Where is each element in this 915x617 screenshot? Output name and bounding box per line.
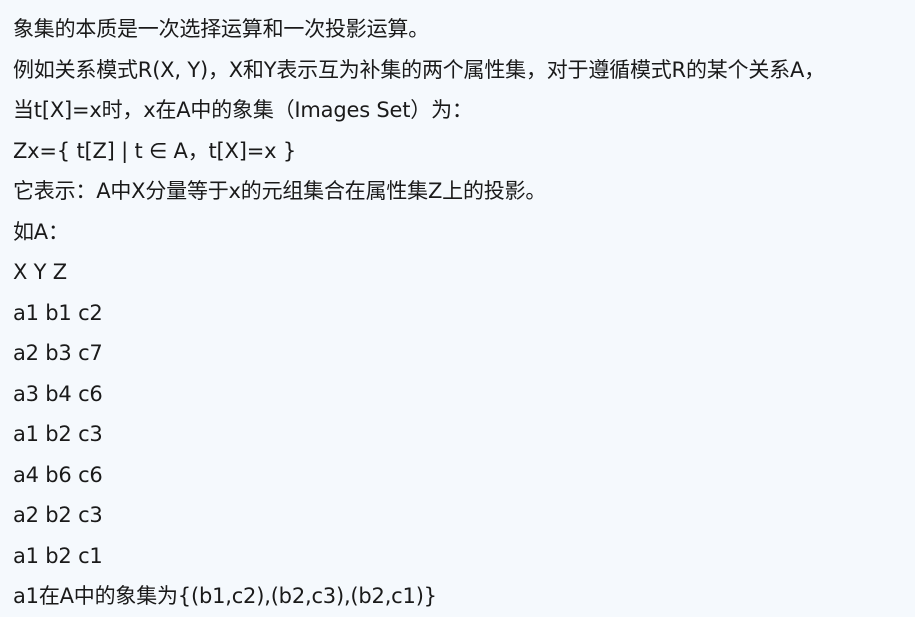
explanation-line: 它表示：A中X分量等于x的元组集合在属性集Z上的投影。 [13,179,547,203]
document-body: 象集的本质是一次选择运算和一次投影运算。 例如关系模式R(X, Y)，X和Y表示… [0,0,915,617]
result-line: a1在A中的象集为{(b1,c2),(b2,c3),(b2,c1)} [13,584,437,608]
table-row: a2 b3 c7 [13,341,103,365]
table-row: a4 b6 c6 [13,462,103,487]
example-intro-line: 例如关系模式R(X, Y)，X和Y表示互为补集的两个属性集，对于遵循模式R的某个… [13,57,825,82]
table-header-row: X Y Z [13,260,67,284]
formula-line: Zx={ t[Z] | t ∈ A，t[X]=x } [13,138,296,163]
table-row: a1 b2 c3 [13,422,103,446]
table-row: a1 b1 c2 [13,300,103,325]
image-set-condition-line: 当t[X]=x时，x在A中的象集（Images Set）为： [13,98,473,122]
table-row: a3 b4 c6 [13,381,103,406]
table-row: a1 b2 c1 [13,543,103,568]
table-row: a2 b2 c3 [13,503,103,527]
example-label-line: 如A： [13,219,69,244]
definition-line: 象集的本质是一次选择运算和一次投影运算。 [13,17,429,41]
